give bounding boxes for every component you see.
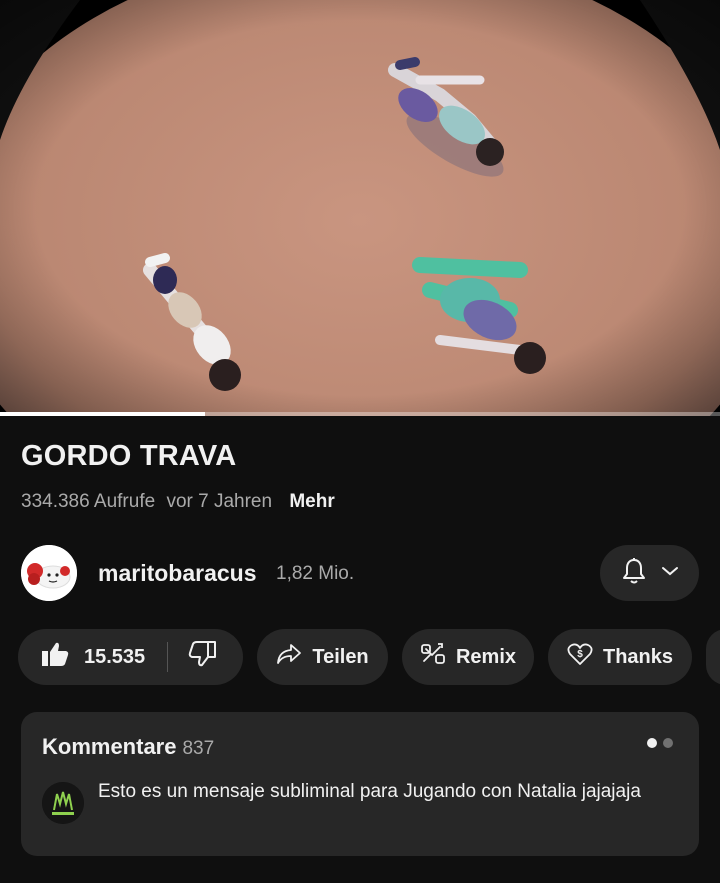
remix-button[interactable]: Remix xyxy=(402,629,534,685)
comments-count: 837 xyxy=(182,738,215,759)
dislike-button[interactable] xyxy=(168,640,218,674)
video-meta[interactable]: 334.386 Aufrufe vor 7 Jahren Mehr xyxy=(21,491,341,513)
share-arrow-icon xyxy=(276,643,302,671)
share-button[interactable]: Teilen xyxy=(257,629,388,685)
video-title: GORDO TRAVA xyxy=(21,440,237,472)
like-dislike-button: 15.535 xyxy=(18,629,243,685)
progress-played xyxy=(0,412,206,416)
svg-text:$: $ xyxy=(577,649,583,660)
like-count: 15.535 xyxy=(84,645,146,668)
upload-age: vor 7 Jahren xyxy=(166,491,273,512)
comments-card[interactable]: Kommentare 837 Esto es un mensaje sublimi… xyxy=(21,712,699,856)
comments-title: Kommentare xyxy=(42,734,177,759)
commenter-avatar[interactable] xyxy=(42,782,84,824)
carousel-dot-active xyxy=(647,738,657,748)
thumbs-up-icon xyxy=(40,640,70,674)
channel-avatar[interactable] xyxy=(21,545,77,601)
subscriber-count: 1,82 Mio. xyxy=(276,563,355,584)
like-button[interactable]: 15.535 xyxy=(18,640,145,674)
top-comment-text: Esto es un mensaje subliminal para Jugan… xyxy=(98,781,641,802)
view-count: 334.386 Aufrufe xyxy=(21,491,156,512)
heart-dollar-icon: $ xyxy=(567,642,593,672)
thumbs-down-icon xyxy=(188,640,218,674)
action-bar: 15.535 Teilen Remix $ Thanks xyxy=(18,629,720,685)
share-label: Teilen xyxy=(312,645,369,668)
notification-bell-button[interactable] xyxy=(600,545,699,601)
carousel-dot xyxy=(663,738,673,748)
more-link[interactable]: Mehr xyxy=(289,491,334,512)
more-actions-button[interactable] xyxy=(706,629,720,685)
video-frame xyxy=(0,0,720,416)
chevron-down-icon xyxy=(661,564,679,582)
comments-header: Kommentare 837 xyxy=(42,734,214,760)
bell-icon xyxy=(621,557,647,590)
channel-name[interactable]: maritobaracus xyxy=(98,560,257,587)
video-player[interactable] xyxy=(0,0,720,416)
thanks-button[interactable]: $ Thanks xyxy=(548,629,692,685)
carousel-dots xyxy=(647,738,673,748)
remix-icon xyxy=(420,641,446,673)
remix-label: Remix xyxy=(455,645,517,668)
thanks-label: Thanks xyxy=(602,645,674,668)
channel-row: maritobaracus 1,82 Mio. xyxy=(21,545,701,601)
progress-bar[interactable] xyxy=(0,412,720,416)
